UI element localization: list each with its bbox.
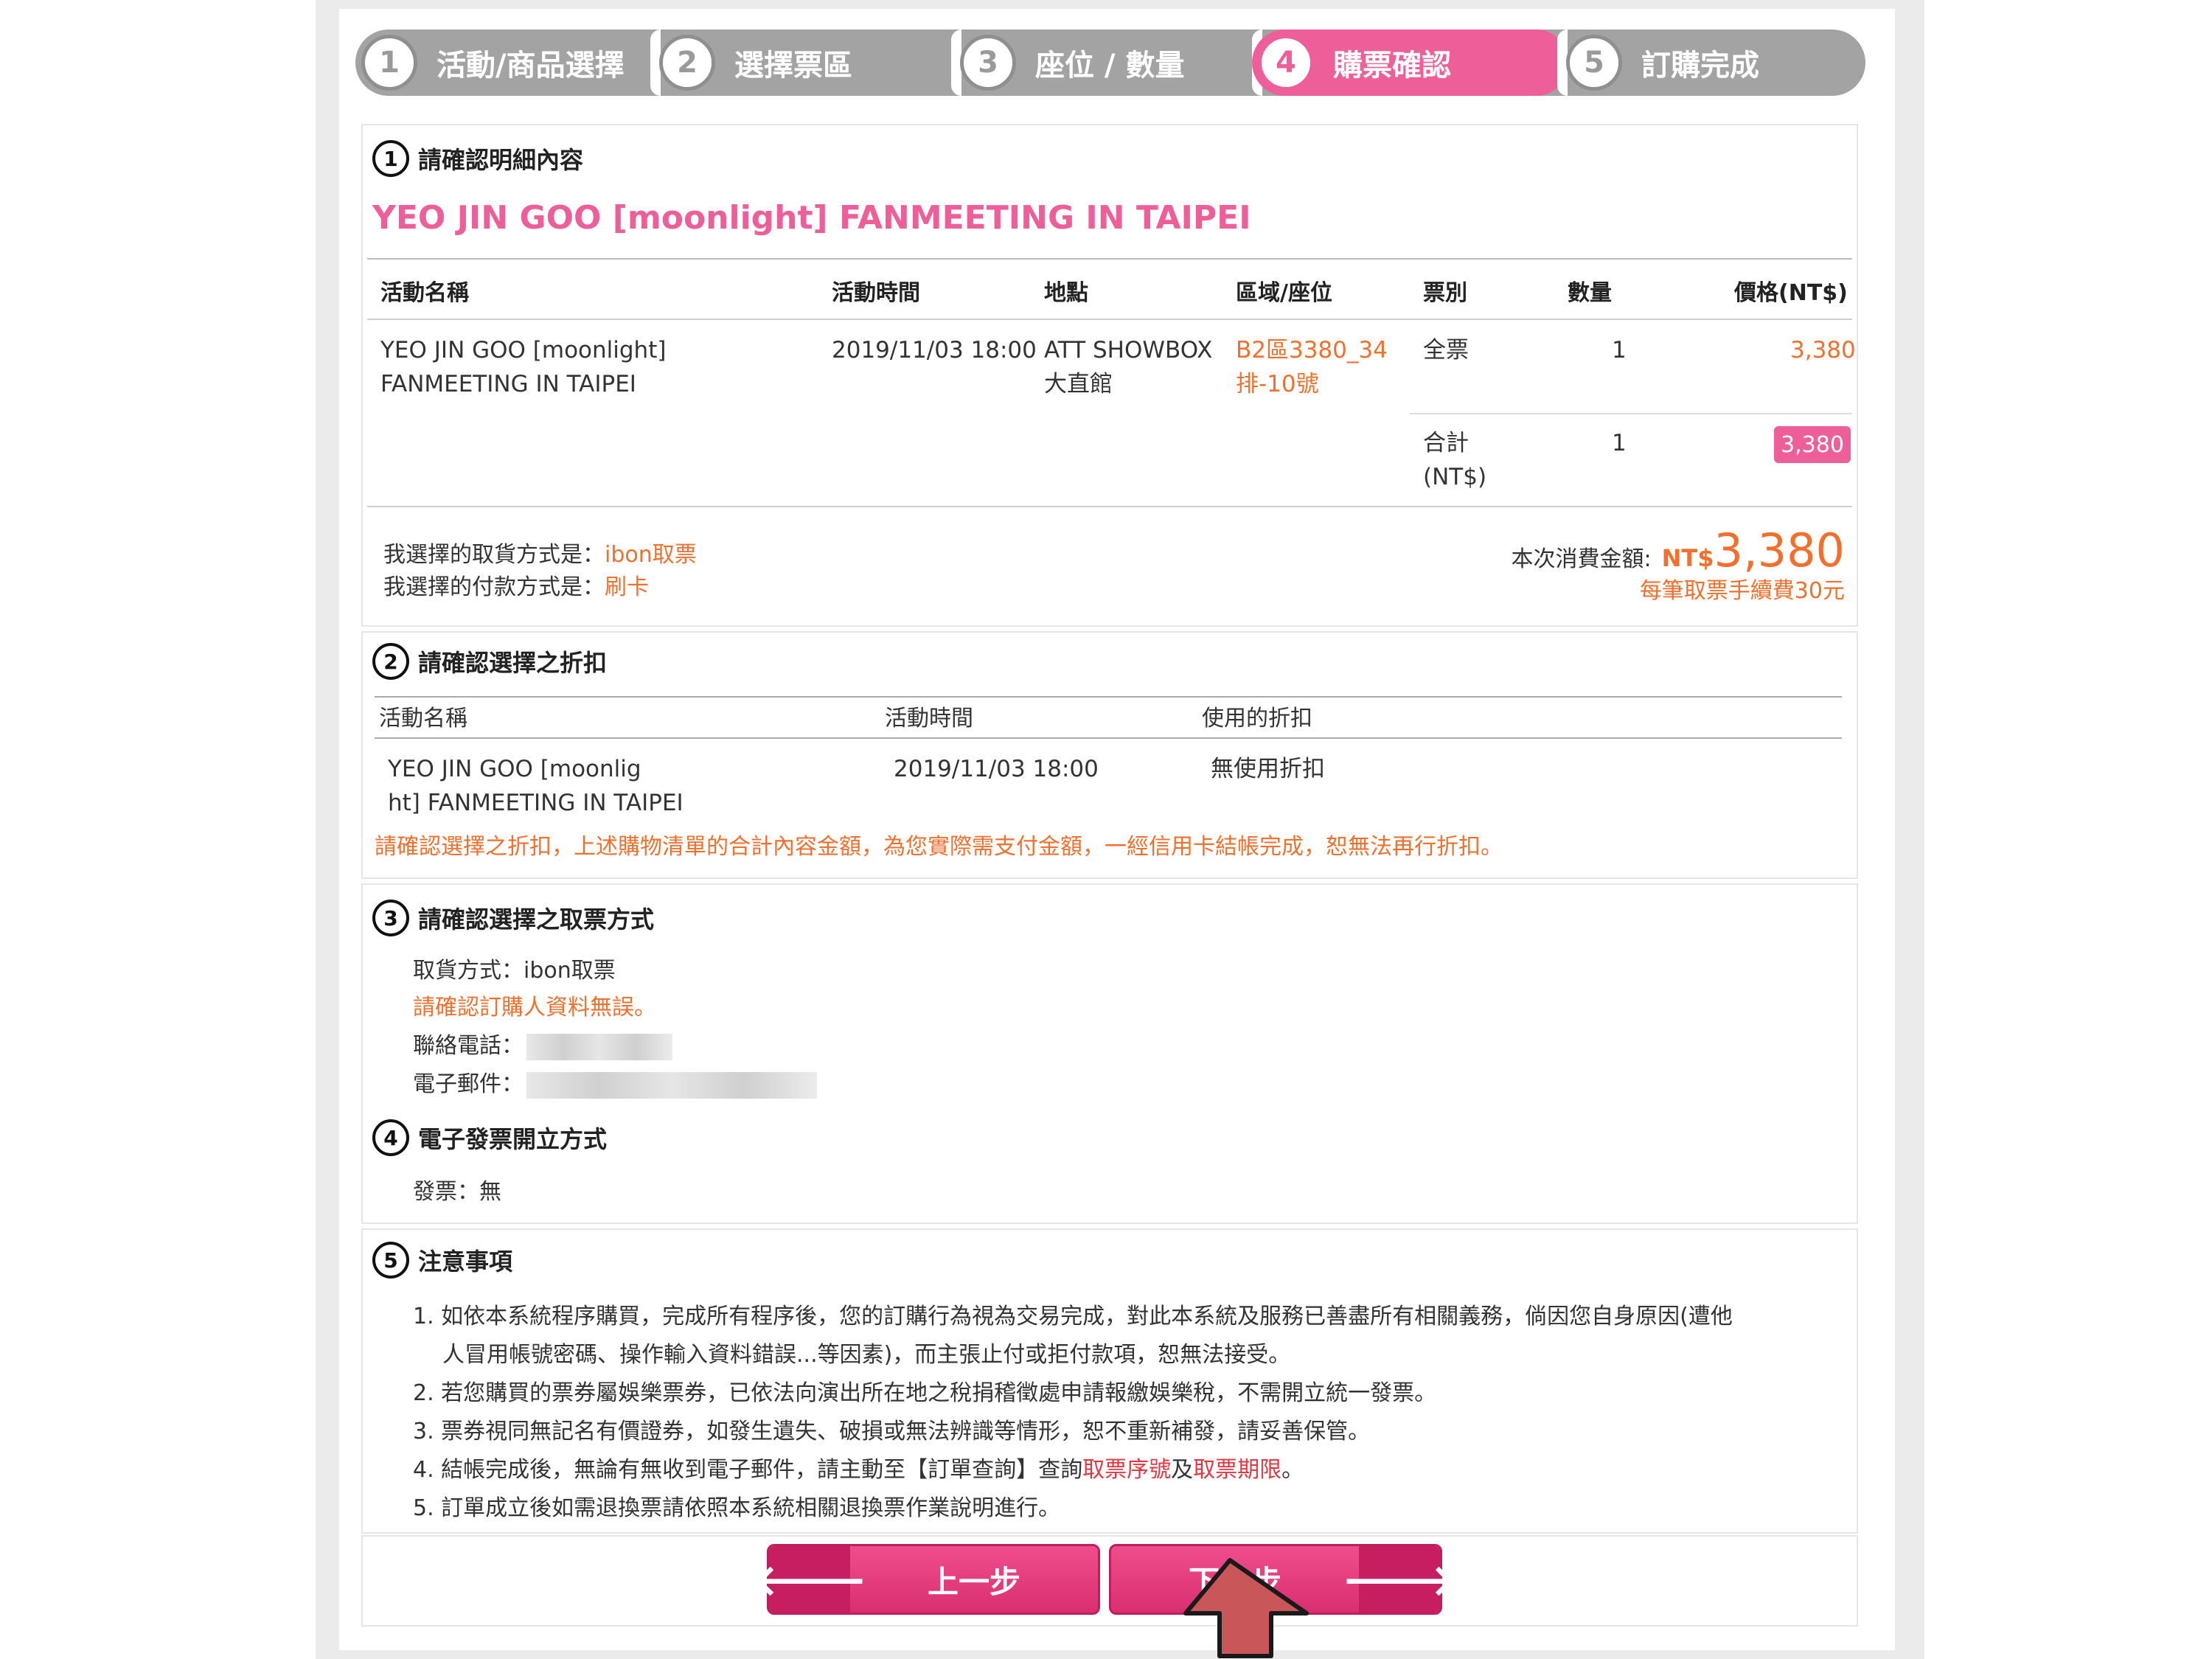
- discount-row-name: YEO JIN GOO [moonlig ht] FANMEETING IN T…: [388, 756, 684, 816]
- step-label: 活動/商品選擇: [437, 49, 625, 83]
- step-5: 5 訂購完成: [1560, 29, 1865, 96]
- row-event-name: YEO JIN GOO [moonlight] FANMEETING IN TA…: [380, 337, 667, 397]
- discount-header-discount: 使用的折扣: [1202, 706, 1312, 731]
- section-number: 4: [372, 1119, 409, 1156]
- prev-step-button[interactable]: 🡐 上一步: [752, 1544, 1100, 1615]
- discount-row-value: 無使用折扣: [1211, 756, 1325, 782]
- row-ticket-type: 全票: [1423, 337, 1469, 364]
- row-venue: ATT SHOWBOX 大直館: [1044, 337, 1213, 397]
- arrow-right-icon: 🡒: [1342, 1546, 1457, 1613]
- link-ticket-deadline[interactable]: 取票期限: [1193, 1457, 1281, 1483]
- discount-header-time: 活動時間: [885, 706, 973, 731]
- payment-method-line: 我選擇的付款方式是：刷卡: [383, 574, 649, 600]
- step-number: 3: [960, 35, 1016, 91]
- step-number: 5: [1566, 35, 1622, 91]
- notes-list: 1. 如依本系統程序購買，完成所有程序後，您的訂購行為視為交易完成，對此本系統及…: [413, 1298, 1836, 1528]
- discount-row-time: 2019/11/03 18:00: [894, 756, 1099, 782]
- step-label: 座位 / 數量: [1035, 49, 1185, 83]
- header-ticket-type: 票別: [1423, 280, 1467, 306]
- fee-note: 每筆取票手續費30元: [1639, 578, 1845, 604]
- row-seat: B2區3380_34 排-10號: [1236, 337, 1388, 397]
- section-number: 2: [372, 643, 409, 680]
- note-1-continued: 人冒用帳號密碼、操作輸入資料錯誤...等因素)，而主張止付或拒付款項，恕無法接受…: [442, 1342, 1291, 1368]
- total-label: 合計 (NT$): [1423, 430, 1487, 490]
- phone-label: 聯絡電話：: [413, 1033, 524, 1059]
- step-3: 3 座位 / 數量: [954, 29, 1249, 96]
- order-amount: 本次消費金額: NT$ 3,380: [1511, 524, 1846, 577]
- confirm-note: 請確認訂購人資料無誤。: [413, 995, 656, 1020]
- table-bottom-border: [367, 506, 1852, 507]
- order-amount-value: 3,380: [1714, 524, 1846, 577]
- header-price: 價格(NT$): [1734, 280, 1848, 306]
- header-divider: [367, 319, 1852, 320]
- row-quantity: 1: [1612, 337, 1627, 364]
- discount-table-top: [375, 696, 1842, 698]
- section-5-title: 5 注意事項: [372, 1242, 512, 1279]
- step-number: 4: [1258, 35, 1314, 91]
- link-ticket-serial[interactable]: 取票序號: [1082, 1457, 1171, 1483]
- header-event-name: 活動名稱: [380, 280, 469, 306]
- row-price: 3,380: [1790, 337, 1856, 364]
- event-title: YEO JIN GOO [moonlight] FANMEETING IN TA…: [372, 199, 1251, 237]
- row-event-time: 2019/11/03 18:00: [832, 337, 1037, 364]
- progress-steps: 1 活動/商品選擇 2 選擇票區 3 座位 / 數量 4 購票確認 5 訂購完成: [355, 29, 1865, 96]
- total-amount-badge: 3,380: [1774, 426, 1851, 463]
- step-label: 選擇票區: [734, 49, 852, 83]
- invoice-line: 發票：無: [413, 1179, 501, 1205]
- table-top-border: [367, 258, 1852, 260]
- header-seat: 區域/座位: [1236, 280, 1332, 306]
- section-1-title: 1 請確認明細內容: [372, 140, 583, 177]
- discount-warning: 請確認選擇之折扣，上述購物清單的合計內容金額，為您實際需支付金額，一經信用卡結帳…: [375, 834, 1503, 860]
- step-label: 訂購完成: [1641, 49, 1759, 83]
- payment-method-value: 刷卡: [605, 574, 649, 600]
- section-number: 5: [372, 1242, 409, 1279]
- step-2: 2 選擇票區: [653, 29, 948, 96]
- section-number: 3: [372, 900, 409, 936]
- total-quantity: 1: [1612, 430, 1627, 456]
- section-3-title: 3 請確認選擇之取票方式: [372, 900, 654, 936]
- arrow-left-icon: 🡐: [752, 1546, 867, 1613]
- email-redacted: [526, 1072, 817, 1099]
- note-4: 4. 結帳完成後，無論有無收到電子郵件，請主動至【訂單查詢】查詢取票序號及取票期…: [413, 1457, 1304, 1483]
- pickup-method-value: ibon取票: [605, 542, 697, 568]
- discount-header-name: 活動名稱: [379, 706, 467, 731]
- step-label: 購票確認: [1333, 49, 1451, 83]
- note-1: 1. 如依本系統程序購買，完成所有程序後，您的訂購行為視為交易完成，對此本系統及…: [413, 1304, 1733, 1329]
- email-label: 電子郵件：: [413, 1071, 524, 1097]
- discount-header-divider: [375, 737, 1842, 739]
- header-quantity: 數量: [1568, 280, 1612, 306]
- step-number: 1: [361, 35, 417, 91]
- section-4-title: 4 電子發票開立方式: [372, 1119, 607, 1156]
- pickup-method-line: 我選擇的取貨方式是：ibon取票: [383, 542, 697, 568]
- subtotal-divider: [1410, 413, 1852, 414]
- note-5: 5. 訂單成立後如需退換票請依照本系統相關退換票作業說明進行。: [413, 1495, 1061, 1521]
- pickup-method: 取貨方式：ibon取票: [413, 958, 616, 984]
- header-event-time: 活動時間: [832, 280, 920, 306]
- step-4-active: 4 購票確認: [1252, 29, 1569, 96]
- step-1: 1 活動/商品選擇: [355, 29, 650, 96]
- step-number: 2: [659, 35, 715, 91]
- pointer-arrow-icon: [1183, 1558, 1309, 1658]
- header-venue: 地點: [1044, 280, 1088, 306]
- section-2-title: 2 請確認選擇之折扣: [372, 643, 607, 680]
- note-2: 2. 若您購買的票券屬娛樂票券，已依法向演出所在地之稅捐稽徵處申請報繳娛樂稅，不…: [413, 1380, 1437, 1406]
- phone-redacted: [526, 1034, 672, 1060]
- section-number: 1: [372, 140, 409, 177]
- note-3: 3. 票券視同無記名有價證券，如發生遺失、破損或無法辨識等情形，恕不重新補發，請…: [413, 1419, 1371, 1444]
